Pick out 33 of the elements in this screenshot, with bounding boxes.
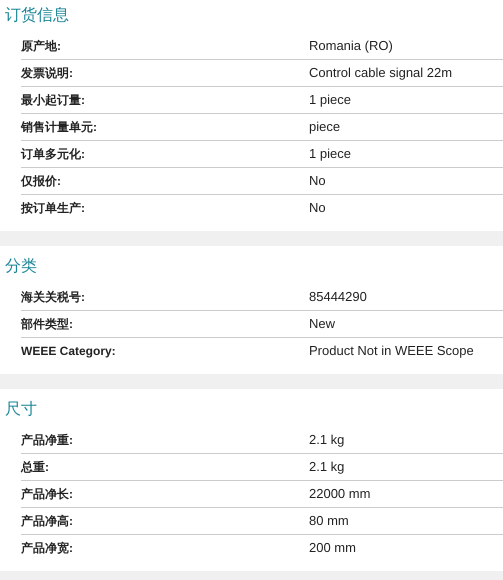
field-label: 海关关税号: (21, 288, 86, 306)
field-value: No (309, 199, 326, 218)
field-label: 产品净长: (21, 486, 74, 503)
field-label: 订单多元化: (21, 146, 86, 163)
field-label: 总重: (21, 459, 50, 476)
section-title: 尺寸 (5, 402, 37, 418)
field-value: New (309, 315, 336, 334)
field-value: 1 piece (309, 145, 351, 164)
field-value: 85444290 (309, 288, 367, 306)
field-value: Romania (RO) (309, 36, 393, 55)
field-value: 2.1 kg (309, 458, 344, 476)
field-value: 22000 mm (309, 485, 370, 504)
field-value: 1 piece (309, 91, 351, 110)
field-label: 销售计量单元: (21, 119, 98, 136)
field-label: 产品净高: (21, 513, 74, 530)
section-title: 分类 (5, 259, 37, 275)
field-label: 产品净宽: (21, 540, 74, 557)
field-value: 200 mm (309, 539, 356, 558)
field-value: 80 mm (309, 512, 349, 530)
field-value: Product Not in WEEE Scope (309, 342, 474, 360)
section-title: 订货信息 (5, 8, 69, 24)
field-value: piece (309, 118, 340, 136)
field-label: 仅报价: (21, 173, 62, 190)
field-value: No (309, 172, 326, 190)
field-label: WEEE Category: (21, 343, 117, 360)
field-value: 2.1 kg (309, 430, 344, 449)
field-label: 按订单生产: (21, 200, 86, 217)
field-label: 发票说明: (21, 65, 74, 82)
field-label: 原产地: (21, 38, 62, 54)
field-label: 最小起订量: (21, 92, 86, 109)
field-value: Control cable signal 22m (309, 64, 452, 82)
field-label: 部件类型: (21, 316, 74, 333)
field-label: 产品净重: (21, 432, 74, 448)
